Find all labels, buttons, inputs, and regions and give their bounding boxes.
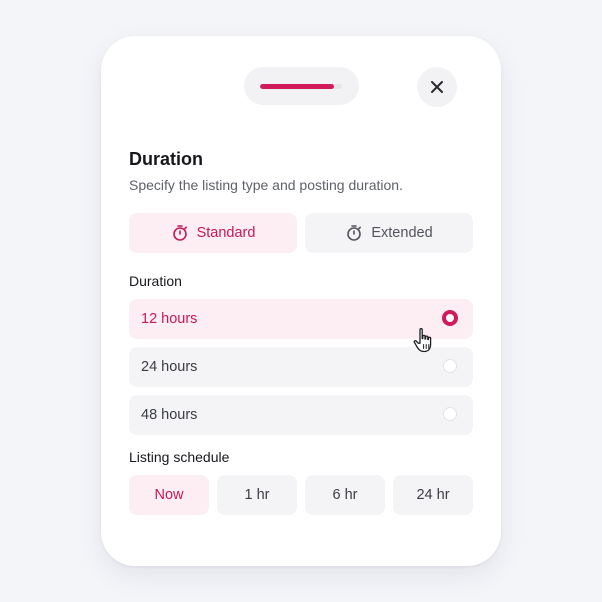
progress-track — [260, 84, 342, 89]
listing-type-extended-button[interactable]: Extended — [305, 213, 473, 253]
duration-option-12-hours[interactable]: 12 hours — [129, 299, 473, 339]
duration-option-label: 12 hours — [141, 311, 198, 327]
radio-unselected[interactable] — [443, 359, 457, 373]
schedule-24hr-button[interactable]: 24 hr — [393, 475, 473, 515]
duration-section-label: Duration — [129, 273, 182, 289]
page-subtitle: Specify the listing type and posting dur… — [129, 177, 403, 193]
radio-selected[interactable] — [442, 310, 458, 326]
page-title: Duration — [129, 149, 203, 169]
progress-fill — [260, 84, 334, 89]
page-background: Duration Specify the listing type and po… — [0, 0, 602, 602]
duration-modal: Duration Specify the listing type and po… — [101, 36, 501, 566]
schedule-1hr-button[interactable]: 1 hr — [217, 475, 297, 515]
schedule-6hr-button[interactable]: 6 hr — [305, 475, 385, 515]
listing-type-standard-button[interactable]: Standard — [129, 213, 297, 253]
stopwatch-icon — [347, 225, 362, 241]
duration-option-48-hours[interactable]: 48 hours — [129, 395, 473, 435]
listing-type-label: Standard — [196, 225, 256, 241]
radio-unselected[interactable] — [443, 407, 457, 421]
stopwatch-icon — [172, 225, 187, 241]
listing-type-label: Extended — [371, 225, 433, 241]
close-button[interactable] — [417, 67, 457, 107]
duration-option-24-hours[interactable]: 24 hours — [129, 347, 473, 387]
schedule-now-button[interactable]: Now — [129, 475, 209, 515]
duration-option-label: 24 hours — [141, 359, 198, 375]
schedule-section-label: Listing schedule — [129, 449, 230, 465]
step-progress — [244, 67, 359, 105]
duration-option-label: 48 hours — [141, 407, 198, 423]
close-icon — [431, 81, 443, 93]
